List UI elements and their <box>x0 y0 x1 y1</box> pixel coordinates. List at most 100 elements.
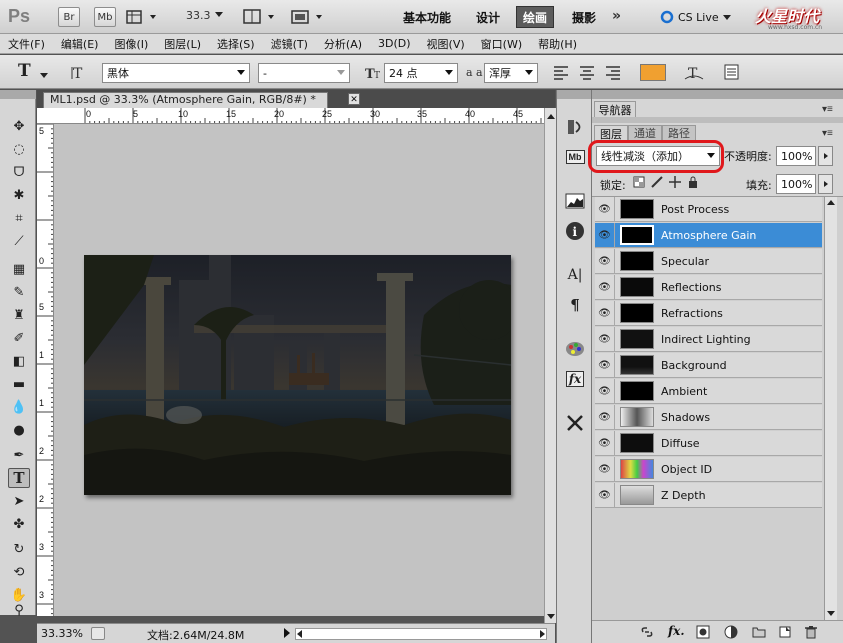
eye-icon[interactable]: 👁 <box>595 197 615 221</box>
workspace-photography[interactable]: 摄影 <box>562 6 606 28</box>
menu-filter[interactable]: 滤镜(T) <box>263 36 316 52</box>
font-size-select[interactable]: 24 点 <box>384 63 458 83</box>
panel-menu-icon[interactable]: ▾≡ <box>822 104 833 115</box>
tab-navigator[interactable]: 导航器 <box>594 101 636 117</box>
status-preview-icon[interactable] <box>91 627 105 640</box>
layer-atmosphere-gain[interactable]: 👁 Atmosphere Gain <box>595 223 822 248</box>
custom-shape-tool-icon[interactable]: ✤ <box>8 514 30 534</box>
pen-tool-icon[interactable]: ✒ <box>8 445 30 465</box>
menu-window[interactable]: 窗口(W) <box>473 36 530 52</box>
status-menu-arrow-icon[interactable] <box>283 628 291 641</box>
panel-menu-icon[interactable]: ▾≡ <box>822 128 833 139</box>
eye-icon[interactable]: 👁 <box>595 249 615 273</box>
eraser-tool-icon[interactable]: ◧ <box>8 351 30 371</box>
menu-view[interactable]: 视图(V) <box>419 36 473 52</box>
layer-diffuse[interactable]: 👁 Diffuse <box>595 431 822 456</box>
more-workspaces-icon[interactable]: » <box>612 8 621 24</box>
menu-image[interactable]: 图像(I) <box>106 36 156 52</box>
align-right-button[interactable] <box>604 63 622 84</box>
zoom-level[interactable]: 33.3 <box>186 9 211 22</box>
menu-select[interactable]: 选择(S) <box>209 36 263 52</box>
layer-object-id[interactable]: 👁 Object ID <box>595 457 822 482</box>
eyedropper-tool-icon[interactable]: ⟋ <box>8 231 30 251</box>
document-canvas-image[interactable] <box>84 255 519 495</box>
clone-stamp-tool-icon[interactable]: ♜ <box>8 305 30 325</box>
eye-icon[interactable]: 👁 <box>595 483 615 507</box>
zoom-tool-icon[interactable]: ⚲ <box>8 603 30 618</box>
tool-preset-dropdown-icon[interactable] <box>40 69 48 82</box>
3d-rotate-tool-icon[interactable]: ↻ <box>8 539 30 559</box>
mini-bridge-panel-icon[interactable]: Mb <box>563 146 587 168</box>
eye-icon[interactable]: 👁 <box>595 353 615 377</box>
align-center-button[interactable] <box>578 63 596 84</box>
history-panel-icon[interactable] <box>563 116 587 138</box>
menu-file[interactable]: 文件(F) <box>0 36 53 52</box>
horizontal-scrollbar[interactable] <box>295 628 547 640</box>
layer-reflections[interactable]: 👁 Reflections <box>595 275 822 300</box>
tab-channels[interactable]: 通道 <box>628 125 662 141</box>
cs-live-button[interactable]: CS Live <box>660 7 731 27</box>
crop-tool-icon[interactable]: ⌗ <box>8 208 30 228</box>
opacity-slider-button[interactable] <box>818 146 833 166</box>
vertical-scrollbar[interactable] <box>544 108 556 623</box>
paragraph-panel-icon[interactable]: ¶ <box>563 294 587 316</box>
layer-post-process[interactable]: 👁 Post Process <box>595 197 822 222</box>
layer-shadows[interactable]: 👁 Shadows <box>595 405 822 430</box>
zoom-status-field[interactable]: 33.33% <box>41 627 83 640</box>
text-orientation-button[interactable]: T <box>70 63 88 84</box>
layer-ambient[interactable]: 👁 Ambient <box>595 379 822 404</box>
eye-icon[interactable]: 👁 <box>595 327 615 351</box>
character-panel-icon[interactable]: A| <box>563 264 587 286</box>
marquee-tool-icon[interactable]: ◌ <box>8 139 30 159</box>
mask-icon[interactable] <box>696 625 710 642</box>
view-extras-button[interactable] <box>124 8 160 26</box>
eye-icon[interactable]: 👁 <box>595 431 615 455</box>
blend-mode-select[interactable]: 线性减淡（添加） <box>596 146 720 166</box>
screen-mode-button[interactable] <box>290 8 326 29</box>
tab-layers[interactable]: 图层 <box>594 125 628 141</box>
menu-edit[interactable]: 编辑(E) <box>53 36 107 52</box>
lock-transparent-icon[interactable] <box>632 175 646 192</box>
eye-icon[interactable]: 👁 <box>595 405 615 429</box>
eye-icon[interactable]: 👁 <box>595 379 615 403</box>
arrange-documents-button[interactable] <box>242 8 278 29</box>
panels-header[interactable] <box>592 90 843 99</box>
menu-analysis[interactable]: 分析(A) <box>316 36 370 52</box>
move-tool-icon[interactable]: ✥ <box>8 116 30 136</box>
fill-input[interactable]: 100% <box>776 174 816 194</box>
zoom-dropdown-icon[interactable] <box>214 9 224 22</box>
gradient-tool-icon[interactable]: ▬ <box>8 374 30 394</box>
menu-3d[interactable]: 3D(D) <box>370 37 419 50</box>
adjustment-icon[interactable] <box>724 625 738 642</box>
mini-bridge-button[interactable]: Mb <box>94 7 116 27</box>
3d-orbit-tool-icon[interactable]: ⟲ <box>8 562 30 582</box>
document-tab[interactable]: ML1.psd @ 33.3% (Atmosphere Gain, RGB/8#… <box>43 92 328 108</box>
styles-panel-icon[interactable]: fx <box>563 368 587 390</box>
eye-icon[interactable]: 👁 <box>595 301 615 325</box>
workspace-painting[interactable]: 绘画 <box>516 6 554 28</box>
opacity-input[interactable]: 100% <box>776 146 816 166</box>
layer-specular[interactable]: 👁 Specular <box>595 249 822 274</box>
eye-icon[interactable]: 👁 <box>595 457 615 481</box>
magic-wand-tool-icon[interactable]: ✱ <box>8 185 30 205</box>
font-family-select[interactable]: 黑体 <box>102 63 250 83</box>
eye-icon[interactable]: 👁 <box>595 223 615 247</box>
layer-indirect-lighting[interactable]: 👁 Indirect Lighting <box>595 327 822 352</box>
link-icon[interactable] <box>640 625 654 642</box>
lasso-tool-icon[interactable]: ᗜ <box>8 162 30 182</box>
type-tool-icon[interactable]: T <box>8 468 30 488</box>
align-left-button[interactable] <box>552 63 570 84</box>
menu-help[interactable]: 帮助(H) <box>530 36 585 52</box>
folder-icon[interactable] <box>752 625 766 642</box>
new-layer-icon[interactable] <box>778 625 792 642</box>
toolbox-header[interactable] <box>0 90 36 99</box>
dodge-tool-icon[interactable]: ● <box>8 420 30 440</box>
menu-layer[interactable]: 图层(L) <box>156 36 209 52</box>
scroll-down-icon[interactable] <box>547 610 555 623</box>
histogram-panel-icon[interactable] <box>563 190 587 212</box>
bridge-button[interactable]: Br <box>58 7 80 27</box>
tab-paths[interactable]: 路径 <box>662 125 696 141</box>
canvas-area[interactable] <box>54 124 544 616</box>
fill-slider-button[interactable] <box>818 174 833 194</box>
anti-alias-select[interactable]: 浑厚 <box>484 63 538 83</box>
